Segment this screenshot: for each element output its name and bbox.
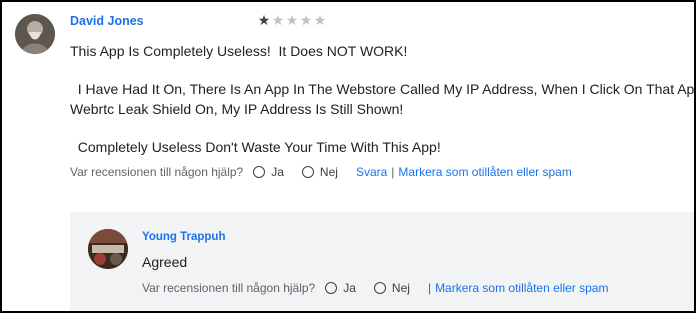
reply-author-name[interactable]: Young Trappuh [142, 231, 225, 243]
separator: | [391, 165, 395, 179]
reply-text: Agreed [142, 254, 188, 270]
report-spam-link[interactable]: Markera som otillåten eller spam [398, 165, 571, 179]
yes-label[interactable]: Ja [271, 165, 284, 179]
star-empty-icon: ★ [271, 12, 285, 28]
reply-avatar[interactable] [88, 229, 128, 269]
helpful-row: Var recensionen till någon hjälp? Ja Nej… [70, 162, 572, 182]
review-card: David Jones ★★★★★ This App Is Completely… [0, 0, 696, 313]
star-empty-icon: ★ [313, 12, 327, 28]
reply-helpful-row: Var recensionen till någon hjälp? Ja Nej… [142, 278, 608, 298]
yes-label[interactable]: Ja [343, 281, 356, 295]
reply-avatar-image [88, 229, 128, 269]
star-rating: ★★★★★ [257, 12, 327, 28]
review-paragraph: Completely Useless Don't Waste Your Time… [70, 139, 441, 155]
reviewer-avatar-image [15, 14, 55, 54]
reviewer-name[interactable]: David Jones [70, 14, 144, 28]
no-radio[interactable] [373, 282, 386, 294]
star-empty-icon: ★ [285, 12, 299, 28]
reviewer-avatar[interactable] [15, 14, 55, 54]
helpful-question: Var recensionen till någon hjälp? [142, 281, 316, 295]
review-paragraph: I Have Had It On, There Is An App In The… [70, 81, 696, 97]
review: David Jones ★★★★★ This App Is Completely… [2, 2, 694, 202]
star-empty-icon: ★ [299, 12, 313, 28]
yes-radio[interactable] [253, 166, 266, 178]
star-filled-icon: ★ [257, 12, 271, 28]
no-radio[interactable] [301, 166, 314, 178]
no-label[interactable]: Nej [320, 165, 338, 179]
yes-radio[interactable] [325, 282, 338, 294]
review-paragraph: Webrtc Leak Shield On, My IP Address Is … [70, 101, 404, 117]
no-label[interactable]: Nej [392, 281, 410, 295]
report-spam-link[interactable]: Markera som otillåten eller spam [435, 281, 608, 295]
helpful-question: Var recensionen till någon hjälp? [70, 165, 244, 179]
separator: | [427, 281, 432, 295]
review-paragraph: This App Is Completely Useless! It Does … [70, 43, 408, 59]
reply-link[interactable]: Svara [356, 165, 387, 179]
